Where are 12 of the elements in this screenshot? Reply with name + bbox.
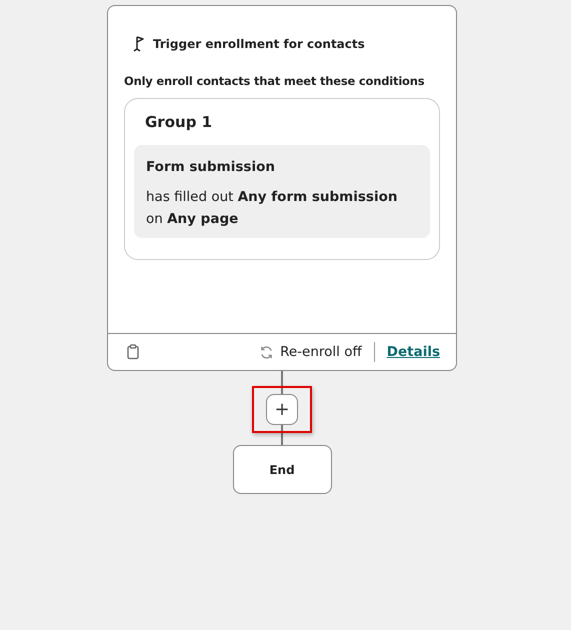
refresh-icon — [259, 344, 274, 360]
filter-card[interactable]: Form submission has filled out Any form submission on Any page — [134, 145, 430, 238]
end-node[interactable]: End — [232, 445, 332, 494]
reenroll-status: Re-enroll off — [280, 344, 362, 360]
details-link[interactable]: Details — [386, 344, 440, 360]
filter-title: Form submission — [146, 159, 276, 175]
filter-description: has filled out Any form submission on Any page — [146, 188, 398, 229]
group-title: Group 1 — [145, 113, 214, 131]
add-step-button[interactable]: + — [266, 394, 298, 425]
conditions-label: Only enroll contacts that meet these conditions — [124, 74, 426, 88]
trigger-title: Trigger enrollment for contacts — [153, 37, 365, 51]
clipboard-icon[interactable] — [126, 344, 140, 360]
